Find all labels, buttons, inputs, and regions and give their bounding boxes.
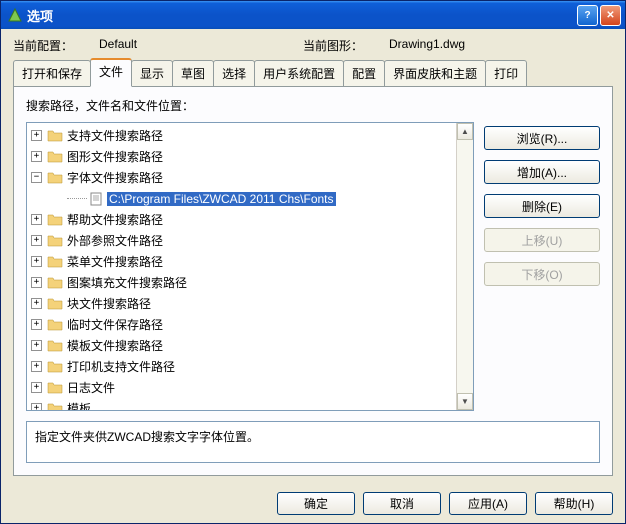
expand-icon[interactable]: + — [31, 277, 42, 288]
tree-item[interactable]: + 菜单文件搜索路径 — [27, 251, 473, 272]
current-drawing-value: Drawing1.dwg — [389, 37, 465, 54]
side-buttons: 浏览(R)... 增加(A)... 删除(E) 上移(U) 下移(O) — [484, 122, 600, 411]
move-down-button[interactable]: 下移(O) — [484, 262, 600, 286]
expand-icon[interactable]: + — [31, 256, 42, 267]
tree-item-label: 打印机支持文件路径 — [67, 358, 175, 375]
apply-button[interactable]: 应用(A) — [449, 492, 527, 515]
tree-item[interactable]: + 帮助文件搜索路径 — [27, 209, 473, 230]
tree-child-label: C:\Program Files\ZWCAD 2011 Chs\Fonts — [107, 192, 336, 206]
tree-item-label: 模板 — [67, 400, 91, 410]
expand-icon[interactable]: + — [31, 340, 42, 351]
current-config-label: 当前配置： — [13, 37, 73, 54]
tab-print[interactable]: 打印 — [485, 60, 527, 86]
tab-drafting[interactable]: 草图 — [172, 60, 214, 86]
browse-button[interactable]: 浏览(R)... — [484, 126, 600, 150]
options-dialog: 选项 ? ✕ 当前配置： Default 当前图形： Drawing1.dwg … — [0, 0, 626, 524]
scroll-down-button[interactable]: ▼ — [457, 393, 473, 410]
description-text: 指定文件夹供ZWCAD搜索文字字体位置。 — [35, 430, 259, 444]
tree-item[interactable]: + 模板 — [27, 398, 473, 410]
tree-child-item[interactable]: C:\Program Files\ZWCAD 2011 Chs\Fonts — [27, 188, 473, 209]
tree-item[interactable]: + 块文件搜索路径 — [27, 293, 473, 314]
tree-item-label: 支持文件搜索路径 — [67, 127, 163, 144]
tree-item-label: 块文件搜索路径 — [67, 295, 151, 312]
tab-skin-theme[interactable]: 界面皮肤和主题 — [384, 60, 486, 86]
tab-open-save[interactable]: 打开和保存 — [13, 60, 91, 86]
expand-icon[interactable]: + — [31, 130, 42, 141]
titlebar-close-button[interactable]: ✕ — [600, 5, 621, 26]
expand-icon[interactable]: + — [31, 403, 42, 410]
tab-profiles[interactable]: 配置 — [343, 60, 385, 86]
cancel-button[interactable]: 取消 — [363, 492, 441, 515]
tree-item[interactable]: + 日志文件 — [27, 377, 473, 398]
tree-item[interactable]: + 外部参照文件路径 — [27, 230, 473, 251]
expand-icon[interactable]: + — [31, 382, 42, 393]
tree-item-label: 临时文件保存路径 — [67, 316, 163, 333]
tree-item[interactable]: + 打印机支持文件路径 — [27, 356, 473, 377]
tree-item-label: 模板文件搜索路径 — [67, 337, 163, 354]
current-drawing-label: 当前图形： — [303, 37, 363, 54]
description-box: 指定文件夹供ZWCAD搜索文字字体位置。 — [26, 421, 600, 463]
path-tree[interactable]: + 支持文件搜索路径 + 图形文件搜索路径 − 字体文件搜索路径 C:\Program Fi… — [26, 122, 474, 411]
delete-button[interactable]: 删除(E) — [484, 194, 600, 218]
current-config-value: Default — [99, 37, 137, 54]
add-button[interactable]: 增加(A)... — [484, 160, 600, 184]
collapse-icon[interactable]: − — [31, 172, 42, 183]
tree-item[interactable]: + 临时文件保存路径 — [27, 314, 473, 335]
tree-item-label: 字体文件搜索路径 — [67, 169, 163, 186]
tree-item-label: 日志文件 — [67, 379, 115, 396]
tree-item-label: 外部参照文件路径 — [67, 232, 163, 249]
window-title: 选项 — [27, 6, 577, 25]
tree-item[interactable]: − 字体文件搜索路径 — [27, 167, 473, 188]
expand-icon[interactable]: + — [31, 151, 42, 162]
tab-display[interactable]: 显示 — [131, 60, 173, 86]
tree-item-label: 图形文件搜索路径 — [67, 148, 163, 165]
tree-item-label: 图案填充文件搜索路径 — [67, 274, 187, 291]
help-button[interactable]: 帮助(H) — [535, 492, 613, 515]
tree-connector — [67, 198, 87, 199]
tree-item-label: 帮助文件搜索路径 — [67, 211, 163, 228]
panel-title: 搜索路径，文件名和文件位置： — [26, 97, 600, 114]
tab-selection[interactable]: 选择 — [213, 60, 255, 86]
tree-scrollbar[interactable]: ▲ ▼ — [456, 123, 473, 410]
bottom-buttons: 确定 取消 应用(A) 帮助(H) — [1, 484, 625, 523]
tab-user-prefs[interactable]: 用户系统配置 — [254, 60, 344, 86]
expand-icon[interactable]: + — [31, 235, 42, 246]
move-up-button[interactable]: 上移(U) — [484, 228, 600, 252]
tab-panel-files: 搜索路径，文件名和文件位置： + 支持文件搜索路径 + 图形文件搜索路径 − 字体文件搜索… — [13, 86, 613, 476]
titlebar[interactable]: 选项 ? ✕ — [1, 1, 625, 29]
expand-icon[interactable]: + — [31, 214, 42, 225]
titlebar-help-button[interactable]: ? — [577, 5, 598, 26]
scroll-track[interactable] — [457, 140, 473, 393]
tree-item[interactable]: + 图形文件搜索路径 — [27, 146, 473, 167]
ok-button[interactable]: 确定 — [277, 492, 355, 515]
tree-item[interactable]: + 支持文件搜索路径 — [27, 125, 473, 146]
tabs: 打开和保存 文件 显示 草图 选择 用户系统配置 配置 界面皮肤和主题 打印 — [1, 58, 625, 86]
scroll-up-button[interactable]: ▲ — [457, 123, 473, 140]
expand-icon[interactable]: + — [31, 319, 42, 330]
app-icon — [7, 7, 23, 23]
tree-item[interactable]: + 模板文件搜索路径 — [27, 335, 473, 356]
tab-files[interactable]: 文件 — [90, 58, 132, 87]
tree-item-label: 菜单文件搜索路径 — [67, 253, 163, 270]
expand-icon[interactable]: + — [31, 298, 42, 309]
expand-icon[interactable]: + — [31, 361, 42, 372]
info-row: 当前配置： Default 当前图形： Drawing1.dwg — [1, 29, 625, 58]
tree-item[interactable]: + 图案填充文件搜索路径 — [27, 272, 473, 293]
